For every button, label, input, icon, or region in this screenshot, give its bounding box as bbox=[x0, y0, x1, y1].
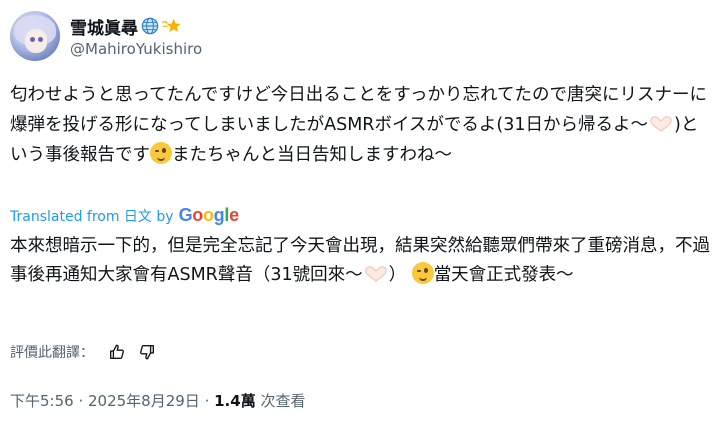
author-info: 雪城眞尋 @MahiroYukishiro bbox=[70, 14, 202, 58]
translated-text-part2: ） bbox=[388, 264, 407, 285]
tweet-meta: 下午5:56 · 2025年8月29日 · 1.4萬 次查看 bbox=[10, 392, 306, 410]
thumbs-up-icon[interactable] bbox=[108, 343, 126, 361]
user-handle[interactable]: @MahiroYukishiro bbox=[70, 40, 202, 58]
translated-text-part3: 當天會正式發表～ bbox=[433, 264, 574, 285]
translated-text-part1: 本來想暗示一下的，但是完全忘記了今天會出現，結果突然給聽眾們帶來了重磅消息，不過… bbox=[10, 236, 710, 285]
rate-translation-label: 評價此翻譯： bbox=[10, 345, 94, 361]
rate-translation: 評價此翻譯： bbox=[10, 342, 156, 362]
winking-face-emoji bbox=[150, 142, 172, 164]
views-count: 1.4萬 bbox=[214, 392, 256, 410]
heart-hands-emoji bbox=[363, 264, 389, 282]
tweet-header: 雪城眞尋 @MahiroYukishiro bbox=[10, 10, 202, 62]
tweet-text-part3: またちゃんと当日告知しますわね〜 bbox=[172, 145, 452, 165]
star-icon bbox=[160, 17, 182, 35]
views-label: 次查看 bbox=[255, 392, 306, 410]
avatar[interactable] bbox=[10, 11, 60, 61]
display-name[interactable]: 雪城眞尋 bbox=[70, 14, 138, 39]
tweet-text: 匂わせようと思ってたんですけど今日出ることをすっかり忘れてたので唐突にリスナーに… bbox=[10, 80, 710, 170]
winking-face-emoji bbox=[411, 261, 434, 284]
google-logo: Google bbox=[178, 205, 240, 225]
tweet-date[interactable]: 2025年8月29日 bbox=[88, 392, 200, 410]
thumbs-down-icon[interactable] bbox=[138, 343, 156, 361]
tweet-time[interactable]: 下午5:56 bbox=[10, 392, 74, 410]
globe-icon bbox=[141, 17, 159, 35]
translated-from[interactable]: Translated from 日文 by Google bbox=[10, 205, 239, 226]
tweet-text-part1: 匂わせようと思ってたんですけど今日出ることをすっかり忘れてたので唐突にリスナーに… bbox=[10, 85, 708, 135]
heart-hands-emoji bbox=[648, 113, 674, 132]
translated-text: 本來想暗示一下的，但是完全忘記了今天會出現，結果突然給聽眾們帶來了重磅消息，不過… bbox=[10, 232, 710, 289]
translated-label: Translated from 日文 by bbox=[10, 208, 174, 225]
